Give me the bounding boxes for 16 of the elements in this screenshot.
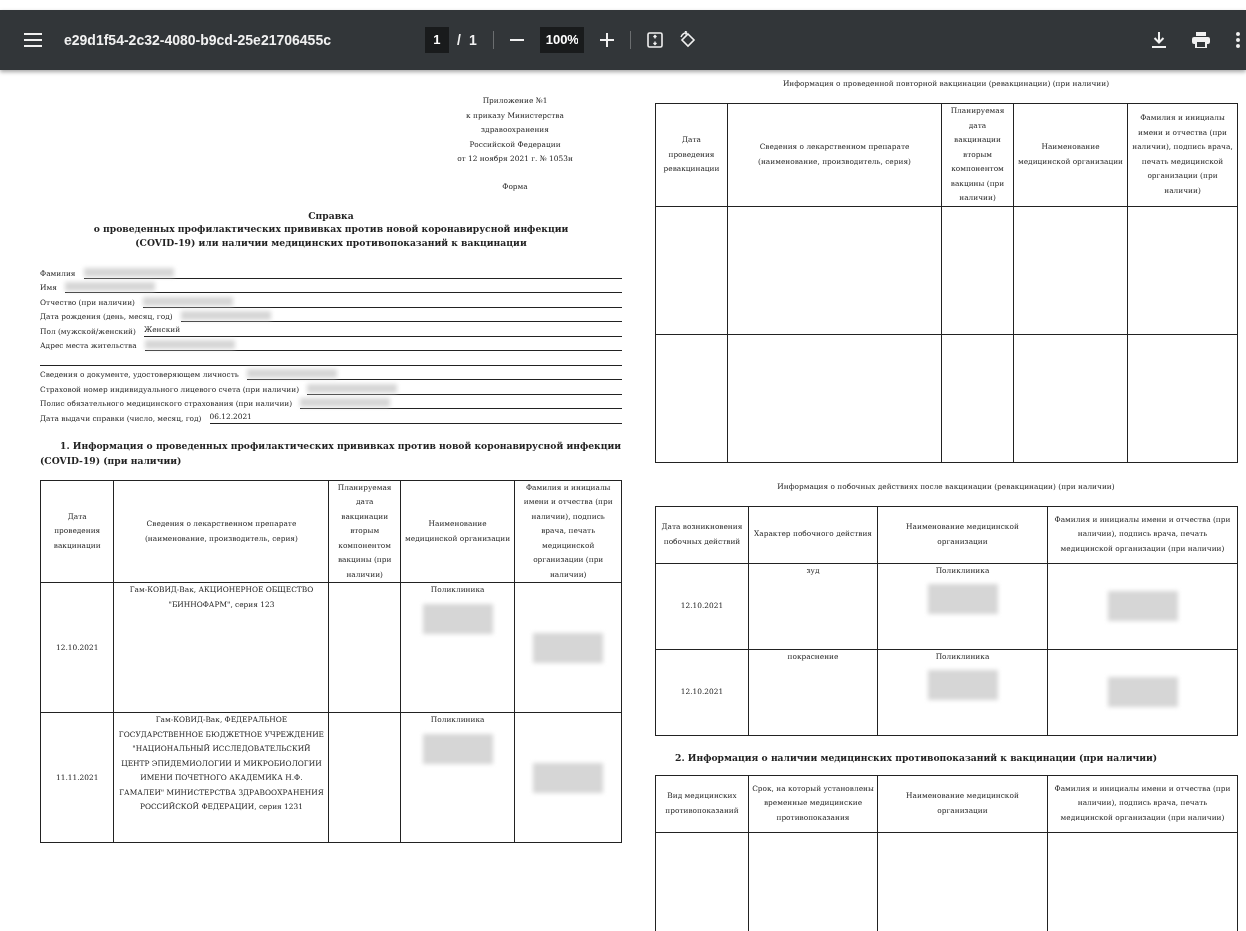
more-options-icon[interactable] [1236,32,1240,48]
page-number-field[interactable]: 1 [425,27,449,53]
zoom-in-icon[interactable] [599,33,614,47]
print-icon[interactable] [1192,32,1210,48]
file-name: e29d1f54-2c32-4080-b9cd-25e21706455c [64,30,331,50]
page-count: 1 [468,30,477,50]
zoom-field[interactable]: 100% [539,27,584,53]
section-title: 1. Информация о проведенных профилактических прививках против новой коронавирусной инфекции (COVID-19) (при наличии) [40,438,622,468]
section-title: 2. Информация о наличии медицинских противопоказаний к вакцинации (при наличии) [674,750,1159,765]
page-separator: / [457,30,461,50]
download-icon[interactable] [1152,32,1166,48]
rotate-icon[interactable] [678,31,697,49]
document-title: Справка [307,208,355,223]
fit-page-icon[interactable] [646,32,663,48]
document-subtitle: о проведенных профилактических прививках против новой коронавирусной инфекции (COVID-19) или наличии медицинских противопоказаний к вакцинации [92,222,570,251]
menu-icon[interactable] [24,33,42,47]
